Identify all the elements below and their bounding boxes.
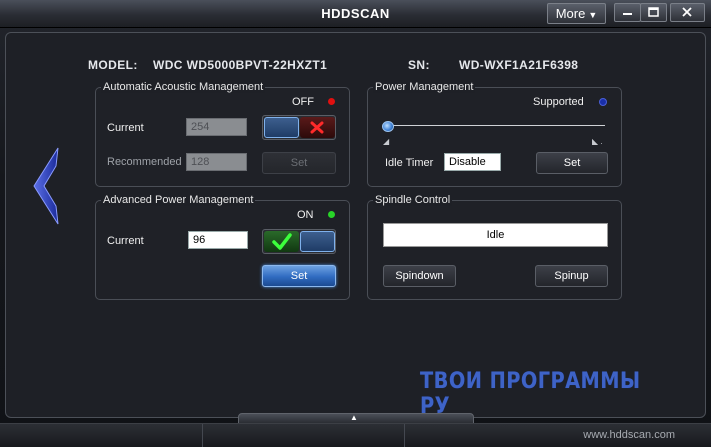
- caret-down-icon: ▼: [588, 10, 598, 20]
- slider-tick-right: ◣ .: [592, 137, 603, 146]
- idle-timer-field[interactable]: [444, 153, 501, 171]
- more-label: More: [555, 6, 586, 21]
- close-button[interactable]: [670, 3, 705, 22]
- apm-set-button[interactable]: Set: [262, 265, 336, 287]
- website-link[interactable]: www.hddscan.com: [583, 429, 675, 441]
- power-slider-thumb[interactable]: [382, 121, 394, 132]
- status-divider: [202, 424, 203, 447]
- apm-status-dot: [328, 211, 335, 218]
- sn-value: WD-WXF1A21F6398: [459, 58, 579, 72]
- x-mark-icon: [310, 121, 324, 134]
- minimize-icon: [623, 13, 632, 15]
- aam-current-field[interactable]: [186, 118, 247, 136]
- maximize-button[interactable]: [640, 3, 667, 22]
- apm-status: ON: [297, 209, 314, 221]
- checkmark-icon: [272, 233, 292, 250]
- apm-toggle[interactable]: [262, 229, 336, 254]
- main-window: HDDSCAN More ▼ MODEL: WDC WD5000BPVT-22HX…: [0, 0, 711, 447]
- minimize-button[interactable]: [614, 3, 641, 22]
- more-button[interactable]: More ▼: [547, 3, 606, 24]
- spindle-state-display: Idle: [383, 223, 608, 247]
- watermark-text: ТВОИ ПРОГРАММЫ РУ: [420, 369, 641, 419]
- spindle-title: Spindle Control: [373, 194, 453, 206]
- status-divider: [404, 424, 405, 447]
- model-label: MODEL:: [88, 58, 138, 72]
- power-status-dot: [599, 98, 607, 106]
- power-title: Power Management: [373, 81, 476, 93]
- power-status: Supported: [533, 96, 584, 108]
- aam-toggle-on[interactable]: [264, 117, 299, 138]
- aam-status-dot: [328, 98, 335, 105]
- aam-recommended-field[interactable]: [186, 153, 247, 171]
- aam-set-button[interactable]: Set: [262, 152, 336, 174]
- power-set-button[interactable]: Set: [536, 152, 608, 174]
- aam-current-label: Current: [107, 122, 144, 134]
- maximize-icon: [648, 7, 659, 17]
- chevron-up-icon: ▲: [350, 413, 358, 422]
- idle-timer-label: Idle Timer: [385, 157, 434, 169]
- aam-toggle[interactable]: [262, 115, 336, 140]
- spinup-button[interactable]: Spinup: [535, 265, 608, 287]
- close-icon: [682, 7, 692, 17]
- model-value: WDC WD5000BPVT-22HXZT1: [153, 58, 328, 72]
- status-bar: www.hddscan.com: [0, 423, 711, 447]
- slider-tick-left: ◢: [383, 137, 390, 146]
- back-arrow-icon[interactable]: [30, 146, 60, 226]
- aam-recommended-label: Recommended: [107, 156, 182, 168]
- aam-title: Automatic Acoustic Management: [101, 81, 266, 93]
- aam-status: OFF: [292, 96, 314, 108]
- apm-toggle-off[interactable]: [300, 231, 335, 252]
- power-slider-track[interactable]: [383, 125, 605, 126]
- apm-title: Advanced Power Management: [101, 194, 256, 206]
- apm-current-label: Current: [107, 235, 144, 247]
- apm-current-field[interactable]: [188, 231, 248, 249]
- title-bar: HDDSCAN More ▼: [0, 0, 711, 28]
- sn-label: SN:: [408, 58, 430, 72]
- spindown-button[interactable]: Spindown: [383, 265, 456, 287]
